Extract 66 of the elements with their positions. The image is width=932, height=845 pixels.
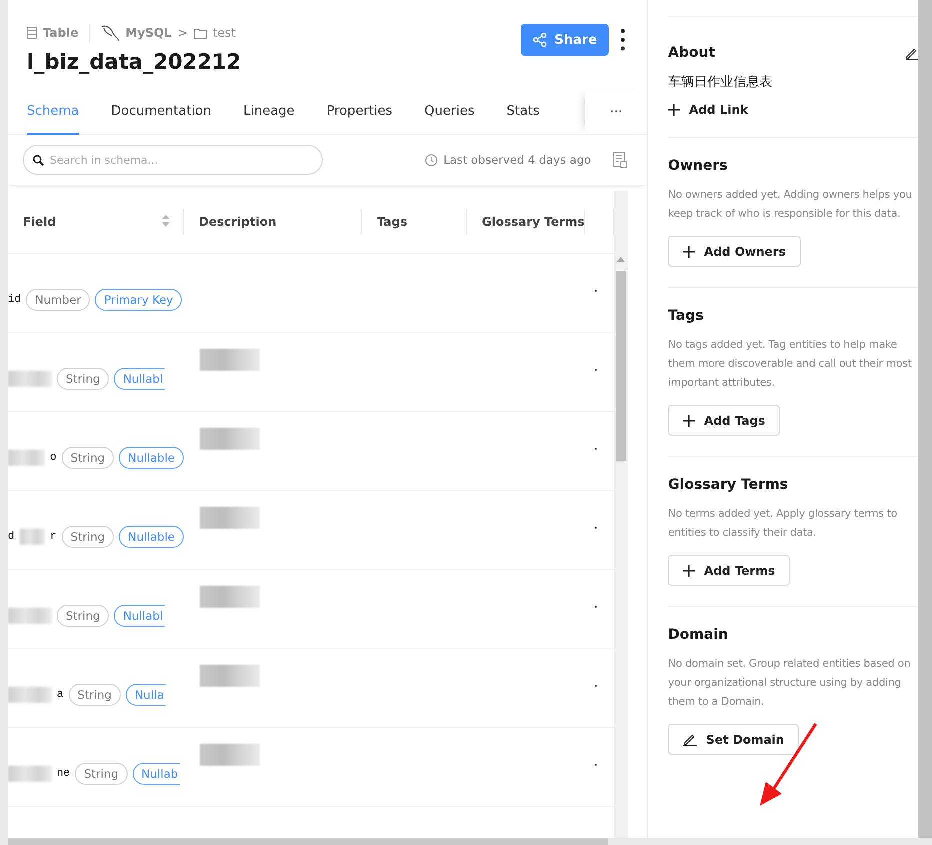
search-icon bbox=[33, 155, 44, 166]
type-tag: String bbox=[57, 368, 110, 390]
field-name: ne bbox=[57, 768, 70, 780]
plus-icon bbox=[683, 414, 696, 426]
field-name: a bbox=[57, 689, 64, 701]
section-title: Tags bbox=[668, 308, 704, 324]
add-link-button[interactable]: Add Link bbox=[668, 103, 748, 117]
column-header[interactable]: Field bbox=[23, 215, 56, 229]
column-header[interactable]: Description bbox=[199, 215, 277, 229]
edit-icon bbox=[683, 733, 698, 746]
entity-title: l_biz_data_202212 bbox=[27, 50, 242, 74]
field-name: r bbox=[50, 531, 57, 543]
last-observed-text: Last observed 4 days ago bbox=[444, 153, 592, 167]
type-tag: String bbox=[57, 605, 110, 627]
more-menu-icon[interactable] bbox=[619, 28, 628, 52]
column-header[interactable]: Glossary Terms bbox=[482, 215, 585, 229]
section-title: Owners bbox=[668, 158, 728, 174]
folder-icon bbox=[194, 28, 207, 38]
tab[interactable]: Documentation bbox=[111, 90, 212, 135]
key-tag: Nullabl bbox=[114, 368, 166, 390]
type-tag: String bbox=[62, 526, 114, 548]
add-button[interactable]: Add Tags bbox=[668, 405, 780, 436]
scrollbar[interactable] bbox=[918, 0, 932, 838]
description-text: 车辆日作业信息表 bbox=[668, 74, 772, 91]
scrollbar-thumb[interactable] bbox=[616, 271, 626, 461]
field-name: o bbox=[50, 452, 57, 464]
tab[interactable]: Properties bbox=[326, 90, 393, 135]
tab[interactable]: Queries bbox=[424, 90, 475, 135]
section-title: Glossary Terms bbox=[668, 477, 788, 493]
field-name: d bbox=[8, 531, 15, 543]
breadcrumb-separator: > bbox=[178, 26, 188, 40]
tab[interactable]: Lineage bbox=[244, 90, 295, 135]
share-icon bbox=[532, 33, 547, 47]
entity-type-label: Table bbox=[43, 26, 79, 40]
key-tag: Nulla bbox=[126, 684, 166, 706]
table-icon bbox=[27, 27, 37, 39]
tab[interactable]: Stats bbox=[506, 90, 540, 135]
type-tag: String bbox=[75, 763, 128, 785]
document-list-icon[interactable] bbox=[613, 152, 628, 168]
plus-icon bbox=[683, 564, 696, 576]
scrollbar[interactable] bbox=[8, 838, 608, 845]
key-tag: Nullable bbox=[119, 526, 184, 548]
clock-icon bbox=[424, 154, 438, 166]
empty-state-text: No domain set. Group related entities based on your organizational structure using by adding them to a Domain. bbox=[668, 657, 912, 710]
section-title: About bbox=[668, 45, 716, 61]
empty-state-text: No terms added yet. Apply glossary terms to entities to classify their data. bbox=[668, 507, 898, 541]
edit-icon[interactable] bbox=[906, 46, 918, 60]
empty-state-text: No tags added yet. Tag entities to help make them more discoverable and call out their most important attributes. bbox=[668, 338, 913, 391]
type-tag: Number bbox=[26, 289, 90, 311]
empty-state-text: No owners added yet. Adding owners helps you keep track of who is responsible for this data. bbox=[668, 188, 914, 222]
add-button[interactable]: Add Terms bbox=[668, 555, 790, 586]
key-tag: Primary Key bbox=[95, 289, 182, 311]
key-tag: Nullab bbox=[132, 763, 180, 785]
search-field[interactable]: Search in schema... bbox=[23, 145, 323, 175]
field-name: id bbox=[8, 294, 22, 306]
key-tag: Nullabl bbox=[114, 605, 166, 627]
key-tag: Nullable bbox=[119, 447, 184, 469]
plus-icon bbox=[668, 104, 680, 116]
more-tabs-button[interactable]: ··· bbox=[585, 90, 648, 134]
set-domain-button[interactable]: Set Domain bbox=[668, 724, 800, 755]
type-tag: String bbox=[68, 684, 121, 706]
column-header[interactable]: Tags bbox=[377, 215, 408, 229]
section-title: Domain bbox=[668, 627, 728, 643]
plus-icon bbox=[683, 246, 696, 258]
type-tag: String bbox=[62, 447, 114, 469]
add-button[interactable]: Add Owners bbox=[668, 236, 801, 267]
